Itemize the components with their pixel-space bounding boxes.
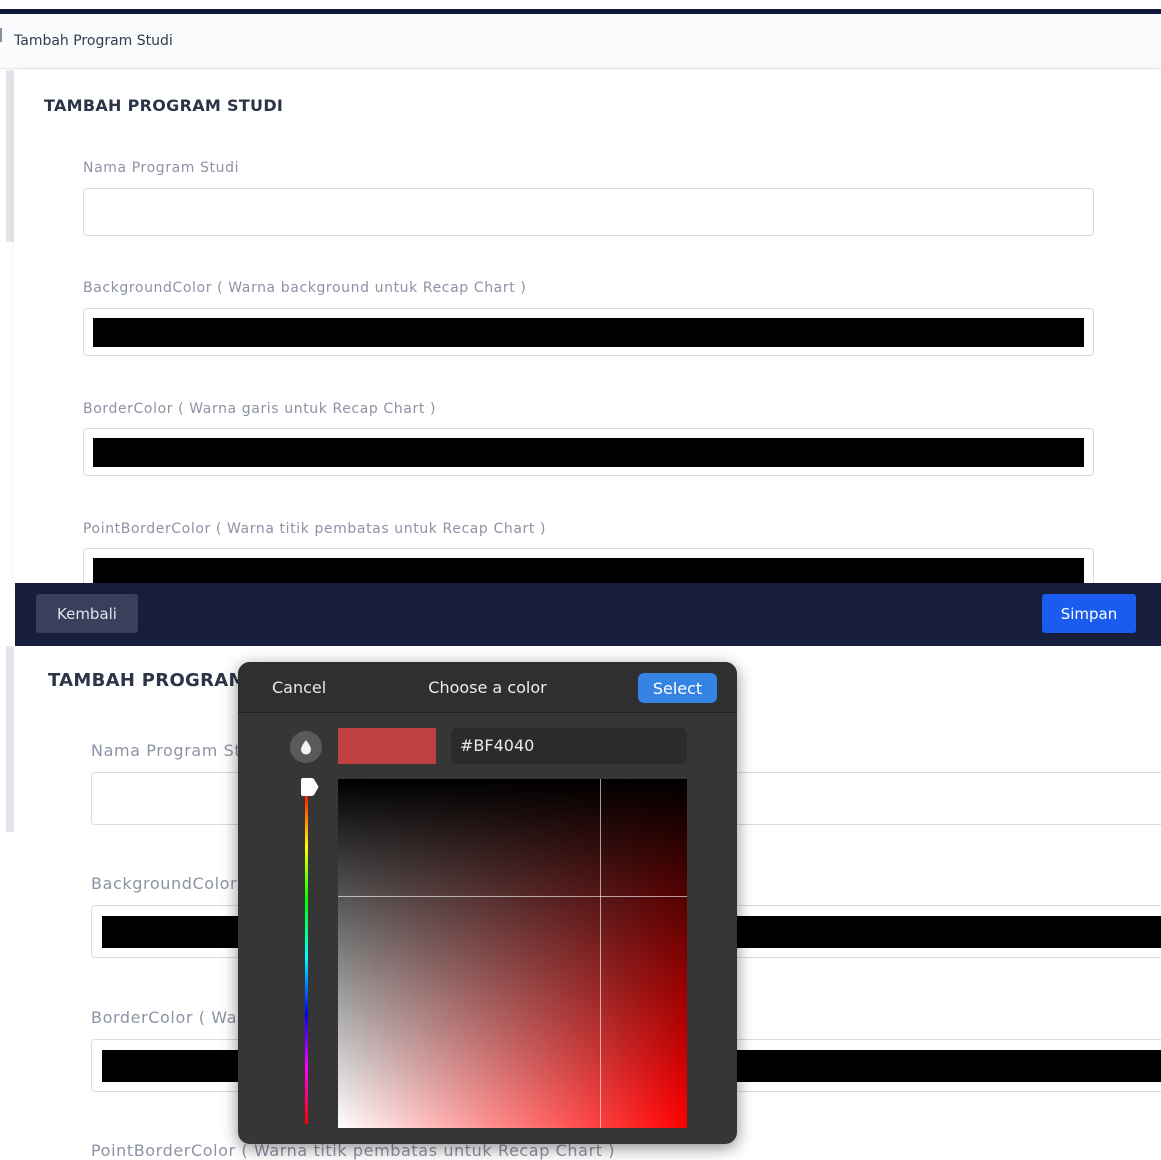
border-color-swatch [93,438,1084,467]
label-background-color: BackgroundColor ( Warna background untuk… [83,280,527,296]
background-color-swatch [93,318,1084,347]
point-border-color-swatch [93,558,1084,584]
color-chooser-dialog: Choose a color Cancel Select #BF4040 [238,662,737,1144]
lower-side-shadow [6,646,14,832]
breadcrumb-bar [0,14,1161,69]
lower-label-nama-program: Nama Program Stu [91,741,253,760]
lower-label-background-color: BackgroundColor ( [91,874,250,893]
breadcrumb-divider [0,28,2,42]
cancel-button[interactable]: Cancel [272,678,326,697]
top-navbar [0,0,1161,14]
nama-program-input[interactable] [83,188,1094,236]
background-color-input[interactable] [83,308,1094,356]
hue-slider[interactable] [305,790,308,1124]
label-border-color: BorderColor ( Warna garis untuk Recap Ch… [83,401,437,417]
label-nama-program: Nama Program Studi [83,160,240,176]
page-title: TAMBAH PROGRAM STUDI [44,96,284,115]
back-button[interactable]: Kembali [36,594,138,633]
eyedropper-icon[interactable] [290,731,322,763]
lower-label-border-color: BorderColor ( War [91,1008,245,1027]
hue-slider-handle[interactable] [299,778,319,796]
border-color-input[interactable] [83,428,1094,476]
saturation-value-plane[interactable] [338,779,687,1128]
point-border-color-input[interactable] [83,548,1094,588]
side-shadow [6,70,14,242]
plane-crosshair-horizontal [338,896,687,897]
select-button[interactable]: Select [638,673,717,703]
color-preview-swatch [338,728,436,764]
hex-color-input[interactable]: #BF4040 [451,728,687,764]
form-footer [15,583,1161,646]
dialog-header: Choose a color Cancel Select [238,662,737,713]
save-button[interactable]: Simpan [1042,594,1136,633]
label-point-border-color: PointBorderColor ( Warna titik pembatas … [83,521,547,537]
lower-page-title: TAMBAH PROGRAM [48,670,247,691]
form-card: TAMBAH PROGRAM STUDI Nama Program Studi … [14,70,1161,588]
plane-value-layer [338,779,687,1128]
breadcrumb: Tambah Program Studi [14,33,173,49]
plane-crosshair-vertical [600,779,601,1128]
